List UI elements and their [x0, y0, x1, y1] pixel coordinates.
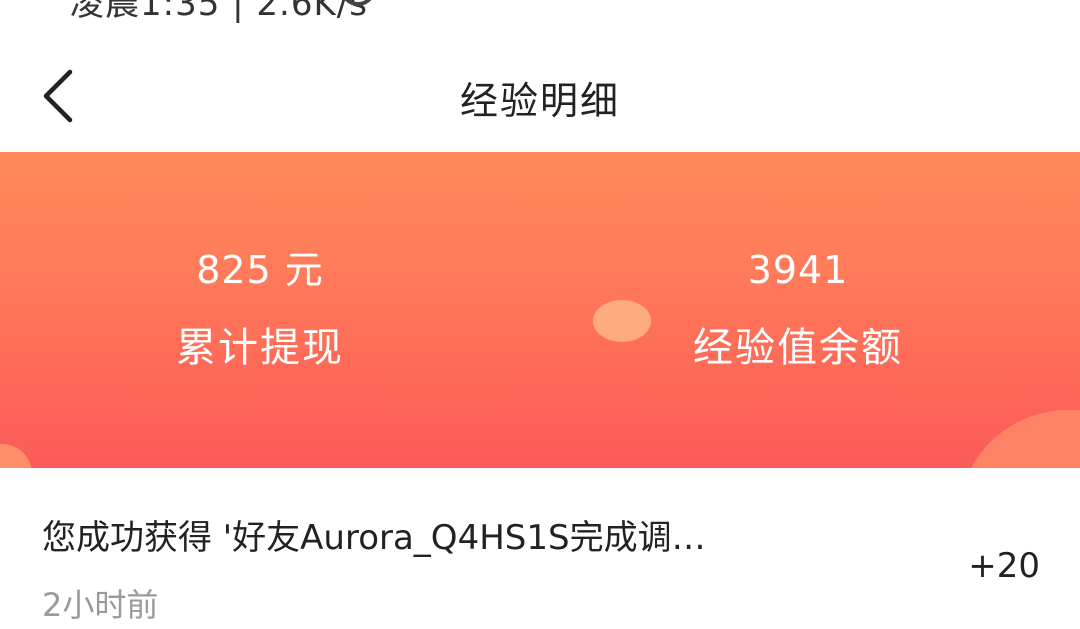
record-amount: +20 [968, 546, 1040, 586]
nav-bar: 经验明细 [0, 40, 1080, 152]
withdrawn-value: 825 元 [196, 248, 324, 292]
balance-stat: 3941 经验值余额 [628, 244, 968, 374]
record-time: 2小时前 [42, 586, 159, 624]
withdrawn-stat: 825 元 累计提现 [90, 244, 430, 374]
page-title: 经验明细 [459, 79, 620, 123]
status-bar: 凌晨1:35 | 2.6K/s 31 [0, 0, 1080, 24]
balance-label: 经验值余额 [693, 325, 903, 371]
decorative-bubble [0, 444, 32, 468]
decorative-bubble [958, 410, 1080, 468]
balance-value: 3941 [747, 248, 849, 292]
list-item[interactable]: 您成功获得 '好友Aurora_Q4HS1S完成调… 2小时前 +20 [0, 468, 1080, 629]
summary-banner: 825 元 累计提现 3941 经验值余额 [0, 152, 1080, 468]
withdrawn-label: 累计提现 [176, 325, 344, 371]
status-time-speed: 凌晨1:35 | 2.6K/s [70, 0, 368, 24]
record-title: 您成功获得 '好友Aurora_Q4HS1S完成调… [42, 518, 706, 558]
